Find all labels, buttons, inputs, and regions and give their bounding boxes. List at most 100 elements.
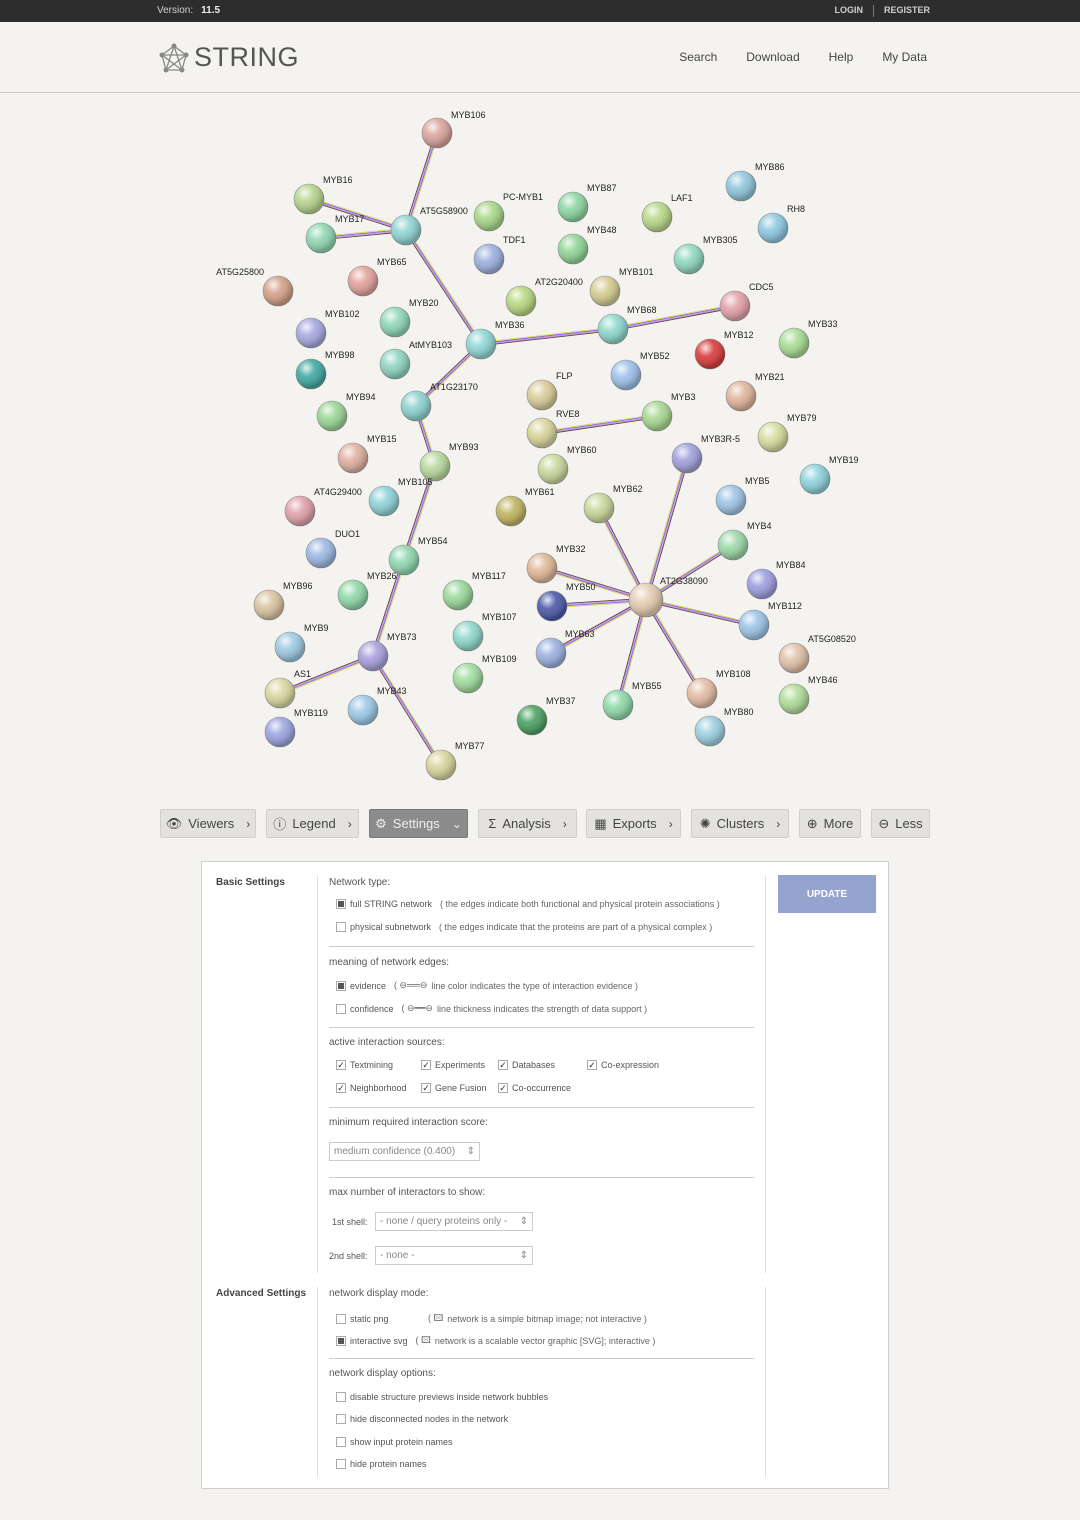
network-node[interactable]: PC-MYB1 xyxy=(473,192,543,232)
network-node[interactable]: MYB33 xyxy=(778,319,838,359)
clusters-button[interactable]: ✺ Clusters › xyxy=(691,809,789,838)
network-node[interactable]: MYB87 xyxy=(557,183,617,223)
checkbox-checked[interactable]: ✓ xyxy=(498,1060,508,1070)
exports-button[interactable]: ▦ Exports › xyxy=(586,809,681,838)
network-node[interactable]: AT4G29400 xyxy=(284,487,362,527)
option-disable-previews[interactable]: disable structure previews inside networ… xyxy=(336,1392,548,1402)
network-node[interactable]: MYB65 xyxy=(347,257,407,297)
more-button[interactable]: ⊕ More xyxy=(799,809,861,838)
network-node[interactable]: MYB4 xyxy=(717,521,772,561)
network-node[interactable]: RH8 xyxy=(757,204,805,244)
checkbox-checked[interactable]: ✓ xyxy=(421,1083,431,1093)
viewers-button[interactable]: 👁 Viewers › xyxy=(160,809,256,838)
settings-button[interactable]: ⚙ Settings ⌄ xyxy=(369,809,468,838)
network-node[interactable]: MYB62 xyxy=(583,484,643,524)
network-node[interactable]: MYB79 xyxy=(757,413,817,453)
network-node[interactable]: MYB101 xyxy=(589,267,654,307)
network-node[interactable]: FLP xyxy=(526,371,573,411)
network-node[interactable]: MYB50 xyxy=(536,582,596,622)
network-node[interactable]: MYB52 xyxy=(610,351,670,391)
network-node[interactable]: MYB77 xyxy=(425,741,485,781)
register-link[interactable]: REGISTER xyxy=(884,5,930,17)
network-node[interactable]: MYB94 xyxy=(316,392,376,432)
checkbox-checked[interactable]: ✓ xyxy=(498,1083,508,1093)
option-show-input-names[interactable]: show input protein names xyxy=(336,1437,453,1447)
network-node[interactable]: MYB107 xyxy=(452,612,517,652)
shell2-select[interactable]: - none - ⇕ xyxy=(375,1246,533,1265)
network-node[interactable]: MYB9 xyxy=(274,623,329,663)
network-node[interactable]: MYB119 xyxy=(264,708,328,748)
option-confidence[interactable]: confidence ( ⊖━━⊖ line thickness indicates… xyxy=(336,1003,647,1014)
radio-unselected[interactable] xyxy=(336,1003,346,1014)
network-node[interactable]: MYB98 xyxy=(295,350,355,390)
network-node[interactable]: MYB37 xyxy=(516,696,576,736)
radio-selected[interactable] xyxy=(336,980,346,991)
option-physical-subnetwork[interactable]: physical subnetwork ( the edges indicate … xyxy=(336,922,712,932)
network-node[interactable]: MYB60 xyxy=(537,445,597,485)
network-node[interactable]: AT1G23170 xyxy=(400,382,478,422)
network-node[interactable]: MYB61 xyxy=(495,487,555,527)
network-node[interactable]: MYB108 xyxy=(686,669,751,709)
network-node[interactable]: MYB106 xyxy=(421,110,486,149)
nav-my-data[interactable]: My Data xyxy=(882,50,927,64)
network-node[interactable]: AT2G20400 xyxy=(505,277,583,317)
network-edge[interactable] xyxy=(404,228,483,346)
network-node[interactable]: AT5G58900 xyxy=(390,206,468,246)
checkbox-unchecked[interactable] xyxy=(336,1459,346,1469)
legend-button[interactable]: ⓘ Legend › xyxy=(266,809,359,838)
source-coexpression[interactable]: ✓ Co-expression xyxy=(587,1060,659,1070)
checkbox-unchecked[interactable] xyxy=(336,1392,346,1402)
network-node[interactable]: AT5G08520 xyxy=(778,634,856,674)
checkbox-checked[interactable]: ✓ xyxy=(421,1060,431,1070)
network-node[interactable]: MYB73 xyxy=(357,632,417,672)
network-node[interactable]: MYB109 xyxy=(452,654,517,694)
network-node[interactable]: MYB112 xyxy=(738,601,802,641)
network-edge[interactable] xyxy=(480,326,614,347)
less-button[interactable]: ⊖ Less xyxy=(871,809,930,838)
radio-unselected[interactable] xyxy=(336,1314,346,1324)
min-score-select[interactable]: medium confidence (0.400) ⇕ xyxy=(329,1142,480,1161)
login-link[interactable]: LOGIN xyxy=(834,5,863,17)
network-node[interactable]: MYB43 xyxy=(347,686,407,726)
option-hide-disconnected[interactable]: hide disconnected nodes in the network xyxy=(336,1414,508,1424)
network-node[interactable]: MYB20 xyxy=(379,298,439,338)
network-node[interactable]: MYB102 xyxy=(295,309,360,349)
network-node[interactable]: MYB305 xyxy=(673,235,738,275)
radio-unselected[interactable] xyxy=(336,922,346,932)
network-node[interactable]: AT5G25800 xyxy=(216,267,294,307)
network-node[interactable]: MYB80 xyxy=(694,707,754,747)
checkbox-checked[interactable]: ✓ xyxy=(587,1060,597,1070)
source-gene-fusion[interactable]: ✓ Gene Fusion xyxy=(421,1083,487,1093)
network-node[interactable]: MYB19 xyxy=(799,455,859,495)
source-textmining[interactable]: ✓ Textmining xyxy=(336,1060,393,1070)
option-hide-protein-names[interactable]: hide protein names xyxy=(336,1459,427,1469)
source-neighborhood[interactable]: ✓ Neighborhood xyxy=(336,1083,407,1093)
checkbox-unchecked[interactable] xyxy=(336,1437,346,1447)
network-node[interactable]: MYB54 xyxy=(388,536,448,576)
network-node[interactable]: DUO1 xyxy=(305,529,360,569)
update-button[interactable]: UPDATE xyxy=(778,875,876,913)
network-node[interactable]: MYB5 xyxy=(715,476,770,516)
option-evidence[interactable]: evidence ( ⊖══⊖ line color indicates the t… xyxy=(336,980,638,991)
source-experiments[interactable]: ✓ Experiments xyxy=(421,1060,485,1070)
network-node[interactable]: MYB117 xyxy=(442,571,506,611)
network-node[interactable]: MYB3 xyxy=(641,392,696,432)
source-databases[interactable]: ✓ Databases xyxy=(498,1060,555,1070)
network-node[interactable]: AtMYB103 xyxy=(379,340,452,380)
nav-download[interactable]: Download xyxy=(746,50,799,64)
network-node[interactable]: MYB3R-5 xyxy=(671,434,740,474)
source-cooccurrence[interactable]: ✓ Co-occurrence xyxy=(498,1083,571,1093)
network-node[interactable]: MYB63 xyxy=(535,629,595,669)
network-edge[interactable] xyxy=(371,654,443,767)
checkbox-checked[interactable]: ✓ xyxy=(336,1083,346,1093)
network-node[interactable]: CDC5 xyxy=(719,282,774,322)
network-graph[interactable]: MYB106 MYB16 MYB17 AT5G58900 PC-MYB1 MYB87 LAF… xyxy=(0,94,1080,794)
network-node[interactable]: LAF1 xyxy=(641,193,693,233)
network-node[interactable]: MYB46 xyxy=(778,675,838,715)
network-node[interactable]: MYB15 xyxy=(337,434,397,474)
network-node[interactable]: MYB12 xyxy=(694,330,754,370)
checkbox-checked[interactable]: ✓ xyxy=(336,1060,346,1070)
network-node[interactable]: MYB84 xyxy=(746,560,806,600)
string-logo[interactable]: STRING xyxy=(158,42,299,73)
network-node[interactable]: MYB96 xyxy=(253,581,313,621)
